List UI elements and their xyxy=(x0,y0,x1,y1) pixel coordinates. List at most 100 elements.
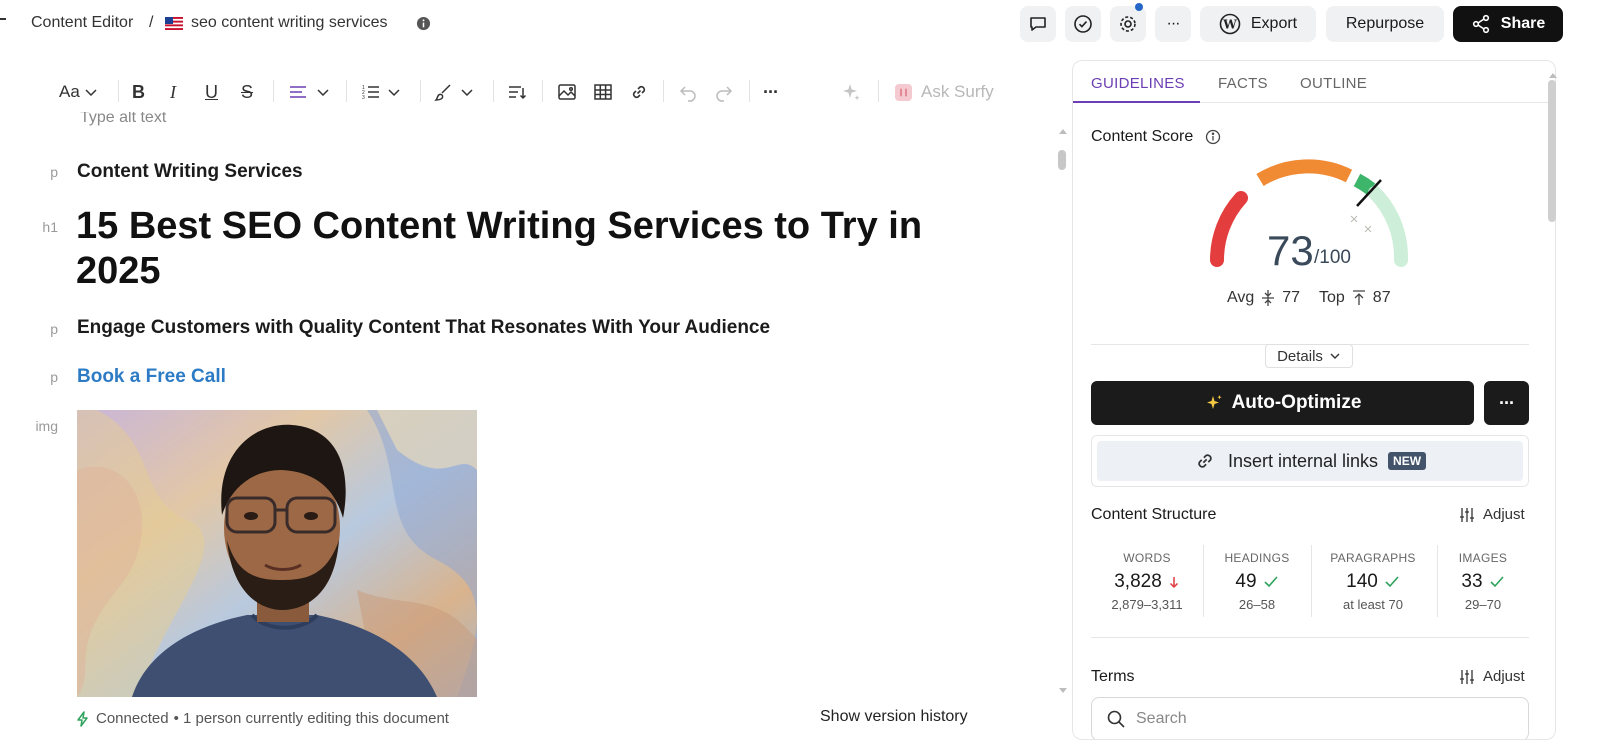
content-structure-title: Content Structure xyxy=(1091,506,1217,523)
link-icon xyxy=(1198,454,1212,468)
ask-surfy-button[interactable]: Ask Surfy xyxy=(894,80,994,104)
toolbar-more-button[interactable]: ··· xyxy=(763,80,779,104)
block-tag-img: img xyxy=(35,418,58,434)
auto-optimize-more-button[interactable]: ··· xyxy=(1484,381,1529,425)
numbered-list-icon: 123 xyxy=(362,85,379,101)
redo-button[interactable] xyxy=(714,80,734,104)
table-icon xyxy=(594,84,612,100)
breadcrumb-separator: / xyxy=(149,14,154,31)
panel-scroll-up[interactable] xyxy=(1548,66,1558,84)
insert-internal-links-button[interactable]: Insert internal links NEW xyxy=(1091,435,1529,487)
tab-guidelines[interactable]: GUIDELINES xyxy=(1091,75,1185,92)
info-icon[interactable] xyxy=(416,16,431,36)
italic-icon: I xyxy=(170,81,176,102)
paragraph-subheading[interactable]: Engage Customers with Quality Content Th… xyxy=(77,317,770,339)
underline-button[interactable]: U xyxy=(205,80,218,104)
chevron-down-icon xyxy=(461,89,473,97)
avg-label: Avg xyxy=(1227,289,1255,306)
bold-button[interactable]: B xyxy=(132,80,145,104)
more-options-button[interactable]: ··· xyxy=(1155,6,1191,42)
sort-button[interactable] xyxy=(507,80,527,104)
insert-links-label: Insert internal links xyxy=(1227,450,1379,471)
chevron-down-icon xyxy=(388,89,400,97)
editor-scroll-down[interactable] xyxy=(1058,682,1068,693)
repurpose-button[interactable]: Repurpose xyxy=(1326,6,1444,42)
image-icon xyxy=(558,84,576,100)
breadcrumb-root[interactable]: Content Editor xyxy=(31,14,133,32)
settings-button[interactable] xyxy=(1110,3,1146,42)
stat-value: 33 xyxy=(1461,571,1483,592)
block-tag-h1: h1 xyxy=(42,219,58,235)
bold-icon: B xyxy=(132,81,145,102)
stat-images: IMAGES 33 29–70 xyxy=(1437,551,1529,612)
new-badge: NEW xyxy=(1388,452,1427,470)
back-button[interactable] xyxy=(0,18,6,20)
content-score-title: Content Score xyxy=(1091,128,1194,145)
insert-image-button[interactable] xyxy=(557,80,577,104)
toolbar-separator xyxy=(663,80,664,102)
strikethrough-button[interactable]: S xyxy=(241,80,253,104)
notification-dot xyxy=(1135,3,1143,11)
author-photo[interactable] xyxy=(77,410,477,697)
editor-scroll-up[interactable] xyxy=(1058,122,1068,134)
panel-tabs: GUIDELINES FACTS OUTLINE xyxy=(1073,61,1555,103)
toolbar-separator xyxy=(493,80,494,102)
italic-button[interactable]: I xyxy=(170,80,176,104)
insert-table-button[interactable] xyxy=(593,80,613,104)
terms-adjust-button[interactable]: Adjust xyxy=(1459,668,1525,685)
alt-text-input[interactable]: Type alt text xyxy=(80,112,166,127)
brush-icon xyxy=(434,84,451,101)
ai-sparkle-button[interactable] xyxy=(841,80,861,104)
main-heading[interactable]: 15 Best SEO Content Writing Services to … xyxy=(76,204,956,294)
average-icon xyxy=(1262,290,1275,306)
details-dropdown[interactable]: Details xyxy=(1265,344,1353,368)
structure-adjust-button[interactable]: Adjust xyxy=(1459,506,1525,523)
font-size-dropdown[interactable]: Aa xyxy=(59,80,98,104)
auto-optimize-button[interactable]: Auto-Optimize xyxy=(1091,381,1474,425)
stat-value: 3,828 xyxy=(1114,571,1162,592)
sparkle-icon xyxy=(843,84,860,101)
panel-scrollbar-thumb[interactable] xyxy=(1548,80,1556,222)
align-left-icon xyxy=(290,86,306,98)
connection-status: Connected • 1 person currently editing t… xyxy=(76,710,449,727)
checklist-button[interactable] xyxy=(1065,6,1101,42)
insert-link-button[interactable] xyxy=(629,80,649,104)
align-dropdown[interactable] xyxy=(288,80,330,104)
chevron-down-icon xyxy=(1330,353,1340,359)
stat-label: HEADINGS xyxy=(1224,551,1290,565)
tab-facts[interactable]: FACTS xyxy=(1218,75,1268,92)
list-dropdown[interactable]: 123 xyxy=(361,80,401,104)
editor-scrollbar-thumb[interactable] xyxy=(1058,150,1066,170)
stat-range: at least 70 xyxy=(1343,597,1403,612)
show-version-history-link[interactable]: Show version history xyxy=(820,708,968,726)
check-circle-icon xyxy=(1074,15,1092,33)
comment-icon xyxy=(1030,17,1046,31)
share-button[interactable]: Share xyxy=(1453,6,1563,42)
svg-text:3: 3 xyxy=(362,95,365,101)
book-free-call-link[interactable]: Book a Free Call xyxy=(77,366,226,388)
terms-search-input[interactable] xyxy=(1136,710,1516,728)
stat-label: IMAGES xyxy=(1458,551,1508,565)
paragraph-content-writing-services[interactable]: Content Writing Services xyxy=(77,161,303,183)
connected-label: Connected xyxy=(96,710,169,727)
adjust-label: Adjust xyxy=(1483,668,1525,685)
breadcrumb-document[interactable]: seo content writing services xyxy=(191,14,388,32)
export-label: Export xyxy=(1250,15,1298,32)
comments-button[interactable] xyxy=(1020,6,1056,42)
arrow-up-icon xyxy=(1352,290,1365,305)
terms-search-box xyxy=(1091,697,1529,739)
tab-outline[interactable]: OUTLINE xyxy=(1300,75,1367,92)
export-button[interactable]: W Export xyxy=(1200,6,1316,42)
block-tag-p: p xyxy=(50,164,58,180)
toolbar-separator xyxy=(118,80,119,102)
score-info-icon[interactable] xyxy=(1205,129,1221,150)
toolbar-separator xyxy=(542,80,543,102)
panel-divider xyxy=(1091,637,1529,638)
editor-canvas[interactable]: Type alt text p Content Writing Services… xyxy=(0,112,1060,702)
stat-paragraphs: PARAGRAPHS 140 at least 70 xyxy=(1311,551,1435,612)
undo-button[interactable] xyxy=(678,80,698,104)
highlight-dropdown[interactable] xyxy=(434,80,474,104)
top-label: Top xyxy=(1319,289,1345,306)
chevron-down-icon xyxy=(85,89,97,97)
stat-label: PARAGRAPHS xyxy=(1330,551,1416,565)
